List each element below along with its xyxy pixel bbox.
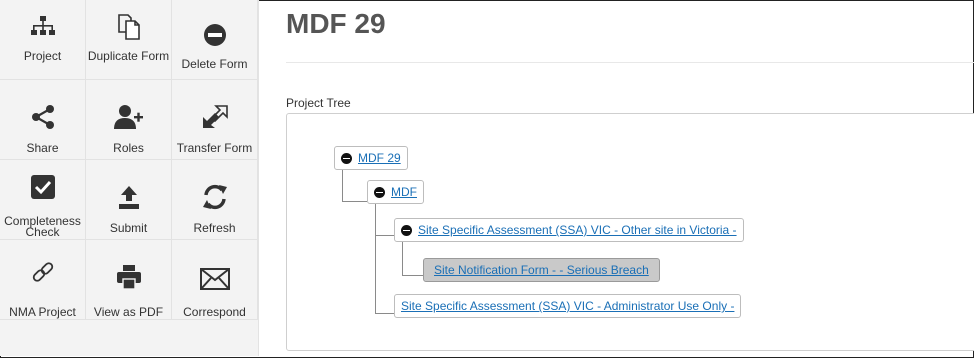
- tree-connector: [402, 275, 423, 276]
- roles-label: Roles: [113, 141, 144, 155]
- view-as-pdf-label: View as PDF: [93, 305, 164, 319]
- action-sidebar: Project Duplicate Form Delete Form Share…: [0, 0, 259, 356]
- upload-icon: [86, 182, 171, 212]
- sitemap-icon: [0, 12, 85, 42]
- tree-node-ssa-other-site-link[interactable]: Site Specific Assessment (SSA) VIC - Oth…: [418, 223, 737, 237]
- envelope-icon: [172, 264, 257, 294]
- tree-node-root-link[interactable]: MDF 29: [358, 151, 401, 165]
- project-label: Project: [23, 49, 62, 63]
- tree-connector: [375, 313, 394, 314]
- correspond-label: Correspond: [183, 305, 246, 319]
- link-icon: [0, 258, 85, 288]
- tree-connector: [342, 170, 343, 201]
- tree-connector: [375, 204, 376, 313]
- delete-form-button[interactable]: Delete Form: [172, 0, 258, 80]
- tree-connector: [375, 235, 394, 236]
- page-title: MDF 29: [286, 8, 386, 39]
- completeness-check-button[interactable]: Completeness Check: [0, 160, 86, 240]
- submit-button[interactable]: Submit: [86, 160, 172, 240]
- refresh-label: Refresh: [193, 221, 236, 235]
- tree-node-site-notification-link[interactable]: Site Notification Form - - Serious Breac…: [434, 263, 649, 277]
- tree-node-ssa-admin: Site Specific Assessment (SSA) VIC - Adm…: [394, 294, 742, 318]
- submit-label: Submit: [109, 221, 148, 235]
- share-button[interactable]: Share: [0, 80, 86, 160]
- correspond-button[interactable]: Correspond: [172, 240, 258, 320]
- view-as-pdf-button[interactable]: View as PDF: [86, 240, 172, 320]
- transfer-form-label: Transfer Form: [176, 141, 253, 155]
- share-label: Share: [26, 141, 59, 155]
- transfer-icon: [172, 102, 257, 132]
- minus-circle-icon: [172, 20, 257, 50]
- duplicate-form-button[interactable]: Duplicate Form: [86, 0, 172, 80]
- tree-node-root: MDF 29: [334, 146, 408, 170]
- user-plus-icon: [86, 102, 171, 132]
- checkbox-icon: [0, 172, 85, 202]
- completeness-check-label: Completeness Check: [4, 214, 81, 239]
- duplicate-icon: [86, 12, 171, 42]
- tree-node-mdf: MDF: [367, 180, 424, 204]
- tree-node-mdf-link[interactable]: MDF: [391, 185, 417, 199]
- nma-project-label: NMA Project: [9, 305, 76, 319]
- collapse-icon[interactable]: [374, 186, 385, 198]
- duplicate-form-label: Duplicate Form: [87, 49, 170, 63]
- tree-node-ssa-other-site: Site Specific Assessment (SSA) VIC - Oth…: [394, 218, 744, 242]
- delete-form-label: Delete Form: [181, 57, 248, 71]
- nma-project-button[interactable]: NMA Project: [0, 240, 86, 320]
- project-tree-label: Project Tree: [286, 96, 351, 110]
- roles-button[interactable]: Roles: [86, 80, 172, 160]
- tree-node-site-notification: Site Notification Form - - Serious Breac…: [423, 258, 660, 282]
- collapse-icon[interactable]: [341, 152, 352, 164]
- transfer-form-button[interactable]: Transfer Form: [172, 80, 258, 160]
- project-tree: MDF 29 MDF Site Specific Assessment (SSA…: [286, 113, 974, 351]
- title-divider: [286, 62, 974, 63]
- collapse-icon[interactable]: [401, 224, 412, 236]
- main-panel: MDF 29 Project Tree MDF 29 MDF Site Spec…: [258, 0, 974, 358]
- tree-connector: [342, 201, 367, 202]
- refresh-button[interactable]: Refresh: [172, 160, 258, 240]
- project-button[interactable]: Project: [0, 0, 86, 80]
- share-icon: [0, 102, 85, 132]
- refresh-icon: [172, 182, 257, 212]
- printer-icon: [86, 262, 171, 292]
- tree-node-ssa-admin-link[interactable]: Site Specific Assessment (SSA) VIC - Adm…: [401, 299, 734, 313]
- tree-connector: [402, 240, 403, 275]
